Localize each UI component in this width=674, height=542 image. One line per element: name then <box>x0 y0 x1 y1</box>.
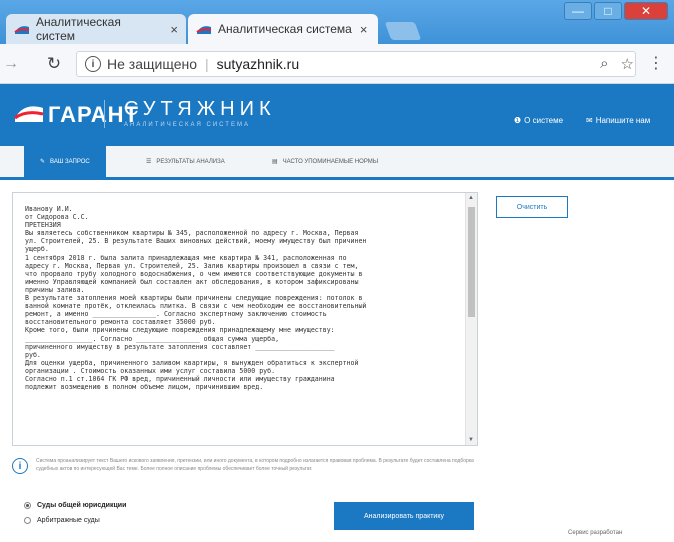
reload-icon[interactable]: ↻ <box>40 54 68 74</box>
garant-logo-icon <box>14 100 44 124</box>
document-icon: ▤ <box>272 159 278 165</box>
info-text: Система проанализирует текст Вашего иско… <box>36 458 474 472</box>
browser-titlebar: Аналитическая систем × Аналитическая сис… <box>0 0 674 44</box>
scroll-thumb[interactable] <box>468 207 475 317</box>
tab-your-request[interactable]: ✎ ВАШ ЗАПРОС <box>24 146 106 177</box>
scroll-down-icon[interactable]: ▼ <box>468 437 474 443</box>
new-tab-button[interactable] <box>384 22 422 40</box>
window-controls: — □ ✕ <box>564 2 668 20</box>
garant-favicon-icon <box>14 22 30 36</box>
security-label: Не защищено <box>107 56 197 72</box>
clear-button[interactable]: Очистить <box>496 196 568 218</box>
close-icon[interactable]: × <box>360 22 368 37</box>
tab-frequent-norms[interactable]: ▤ ЧАСТО УПОМИНАЕМЫЕ НОРМЫ <box>272 146 378 177</box>
logo-divider <box>104 100 105 128</box>
info-icon: i <box>12 458 28 474</box>
info-note: i Система проанализирует текст Вашего ис… <box>12 458 478 474</box>
radio-label: Суды общей юрисдикции <box>37 502 127 509</box>
tab-label: РЕЗУЛЬТАТЫ АНАЛИЗА <box>156 158 225 165</box>
brand-title: СУТЯЖНИК <box>124 98 276 120</box>
address-bar: → ↻ i Не защищено | sutyazhnik.ru ⌕ ☆ ⋮ <box>0 44 674 84</box>
request-textarea[interactable]: Иванову И.И. от Сидорова С.С. ПРЕТЕНЗИЯ … <box>12 192 478 446</box>
maximize-button[interactable]: □ <box>594 2 622 20</box>
url-input[interactable]: i Не защищено | sutyazhnik.ru <box>76 51 636 77</box>
info-circle-icon: ❶ <box>514 116 522 125</box>
browser-tab-2[interactable]: Аналитическая система × <box>188 14 378 44</box>
url-actions: ⌕ ☆ <box>600 55 634 73</box>
textarea-scrollbar[interactable]: ▲ ▼ <box>465 193 477 445</box>
close-window-button[interactable]: ✕ <box>624 2 668 20</box>
write-us-link[interactable]: ✉ Напишите нам <box>586 116 650 125</box>
garant-favicon-icon <box>196 22 212 36</box>
url-text: sutyazhnik.ru <box>216 56 300 72</box>
brand-subtitle: АНАЛИТИЧЕСКАЯ СИСТЕМА <box>124 122 250 128</box>
browser-tab-label: Аналитическая систем <box>36 15 121 43</box>
radio-label: Арбитражные суды <box>37 517 100 524</box>
mail-icon: ✉ <box>586 116 593 125</box>
developer-service-label: Сервис разработан <box>568 530 623 536</box>
forward-arrow-icon[interactable]: → <box>0 55 22 73</box>
radio-general-courts[interactable]: Суды общей юрисдикции <box>24 502 126 509</box>
page-tabs: ✎ ВАШ ЗАПРОС ☰ РЕЗУЛЬТАТЫ АНАЛИЗА ▤ ЧАСТ… <box>0 146 674 180</box>
radio-button-selected[interactable] <box>24 502 31 509</box>
radio-arbitration-courts[interactable]: Арбитражные суды <box>24 517 100 524</box>
analyze-practice-button[interactable]: Анализировать практику <box>334 502 474 530</box>
list-icon: ☰ <box>146 159 152 165</box>
tab-label: ЧАСТО УПОМИНАЕМЫЕ НОРМЫ <box>282 158 379 165</box>
tab-analysis-results[interactable]: ☰ РЕЗУЛЬТАТЫ АНАЛИЗА <box>146 146 225 177</box>
zoom-icon[interactable]: ⌕ <box>600 55 608 73</box>
main-content: Иванову И.И. от Сидорова С.С. ПРЕТЕНЗИЯ … <box>0 180 674 542</box>
close-icon[interactable]: × <box>170 22 178 37</box>
browser-tab-1[interactable]: Аналитическая систем × <box>6 14 186 44</box>
scroll-up-icon[interactable]: ▲ <box>468 195 474 201</box>
browser-tab-label: Аналитическая система <box>218 22 352 36</box>
about-system-label: О системе <box>524 116 564 125</box>
write-us-label: Напишите нам <box>595 116 651 125</box>
site-header: ГАРАНТ СУТЯЖНИК АНАЛИТИЧЕСКАЯ СИСТЕМА ❶ … <box>0 84 674 146</box>
minimize-button[interactable]: — <box>564 2 592 20</box>
url-separator: | <box>205 56 209 72</box>
info-icon[interactable]: i <box>85 56 101 72</box>
edit-icon: ✎ <box>40 159 46 165</box>
radio-button[interactable] <box>24 517 31 524</box>
about-system-link[interactable]: ❶ О системе <box>514 116 563 125</box>
browser-menu-icon[interactable]: ⋮ <box>648 53 664 73</box>
request-text: Иванову И.И. от Сидорова С.С. ПРЕТЕНЗИЯ … <box>25 205 367 392</box>
bookmark-star-icon[interactable]: ☆ <box>621 55 634 73</box>
tab-label: ВАШ ЗАПРОС <box>50 158 90 165</box>
